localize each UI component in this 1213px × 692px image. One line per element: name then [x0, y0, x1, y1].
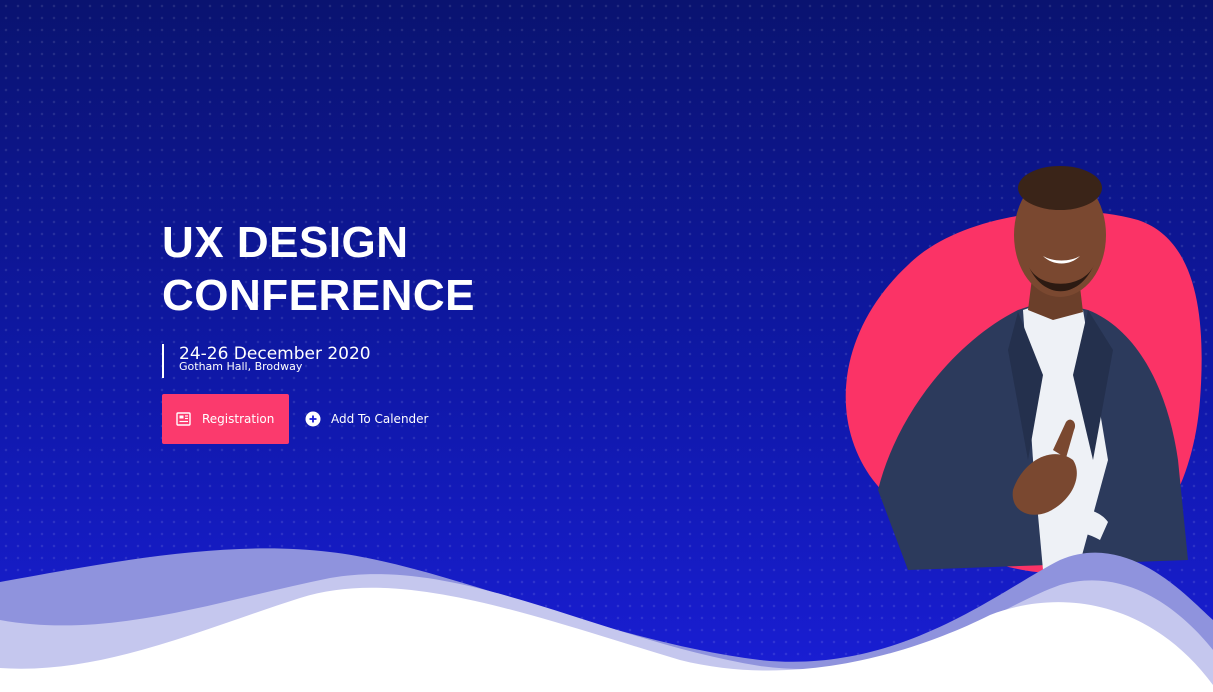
- event-venue: Gotham Hall, Brodway: [179, 360, 303, 373]
- add-to-calendar-button[interactable]: Add To Calender: [305, 411, 428, 427]
- hero-content: UX DESIGN CONFERENCE 24-26 December 2020…: [162, 216, 682, 444]
- newspaper-icon: [176, 412, 191, 426]
- plus-circle-icon: [305, 411, 321, 427]
- calendar-label: Add To Calender: [331, 412, 429, 426]
- hero-actions: Registration Add To Calender: [162, 394, 682, 444]
- title-line-1: UX DESIGN: [162, 218, 409, 267]
- title-line-2: CONFERENCE: [162, 271, 476, 320]
- registration-label: Registration: [202, 412, 275, 426]
- event-meta: 24-26 December 2020 Gotham Hall, Brodway: [162, 344, 682, 378]
- registration-button[interactable]: Registration: [162, 394, 289, 444]
- hero-section: UX DESIGN CONFERENCE 24-26 December 2020…: [0, 0, 1213, 692]
- page-title: UX DESIGN CONFERENCE: [162, 216, 682, 322]
